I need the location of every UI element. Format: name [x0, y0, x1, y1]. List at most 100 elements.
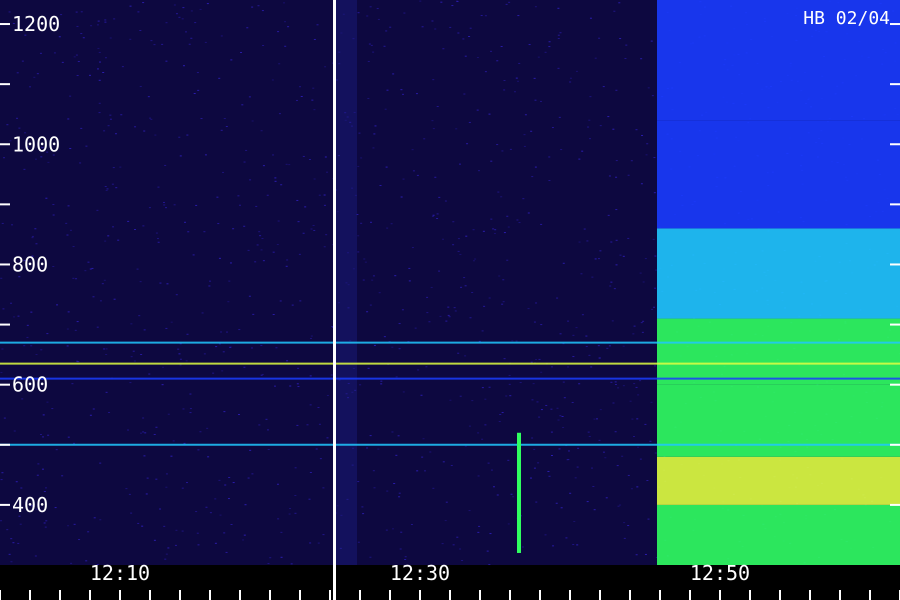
- noise-speck: [400, 89, 403, 91]
- noise-speck: [31, 235, 34, 237]
- noise-speck: [490, 160, 493, 162]
- noise-speck: [304, 206, 307, 208]
- noise-speck: [251, 6, 254, 8]
- noise-speck: [509, 395, 512, 397]
- noise-speck: [538, 358, 541, 360]
- noise-speck: [441, 543, 444, 545]
- noise-speck: [308, 498, 311, 500]
- noise-speck: [243, 225, 246, 227]
- noise-speck: [551, 127, 554, 129]
- noise-speck: [489, 533, 492, 535]
- noise-speck: [372, 275, 375, 277]
- noise-speck: [572, 544, 575, 546]
- noise-speck: [134, 228, 137, 230]
- noise-speck: [172, 440, 175, 442]
- noise-speck: [187, 231, 190, 233]
- noise-speck: [482, 230, 485, 232]
- noise-speck: [35, 243, 38, 245]
- noise-speck: [181, 530, 184, 532]
- noise-speck: [430, 286, 433, 288]
- noise-speck: [615, 209, 618, 211]
- emission-layer: [657, 0, 900, 565]
- noise-speck: [73, 442, 76, 444]
- noise-speck: [144, 432, 147, 434]
- noise-speck: [599, 409, 602, 411]
- noise-speck: [594, 57, 597, 59]
- noise-speck: [299, 86, 302, 88]
- noise-speck: [459, 395, 462, 397]
- noise-speck: [163, 525, 166, 527]
- noise-speck: [247, 477, 250, 479]
- noise-speck: [434, 28, 437, 30]
- noise-speck: [115, 187, 118, 189]
- noise-speck: [72, 277, 75, 279]
- noise-speck: [499, 413, 502, 415]
- noise-speck: [157, 241, 160, 243]
- noise-speck: [220, 129, 223, 131]
- noise-speck: [366, 311, 369, 313]
- noise-speck: [426, 312, 429, 314]
- noise-speck: [550, 408, 553, 410]
- noise-speck: [521, 546, 524, 548]
- noise-speck: [77, 61, 80, 63]
- noise-speck: [416, 174, 419, 176]
- noise-speck: [35, 353, 38, 355]
- noise-speck: [1, 472, 4, 474]
- noise-speck: [56, 304, 59, 306]
- noise-speck: [496, 144, 499, 146]
- noise-speck: [96, 24, 99, 26]
- noise-speck: [367, 60, 370, 62]
- noise-speck: [457, 352, 460, 354]
- noise-speck: [650, 40, 653, 42]
- noise-speck: [493, 232, 496, 234]
- noise-speck: [260, 374, 263, 376]
- noise-speck: [477, 531, 480, 533]
- noise-speck: [105, 391, 108, 393]
- noise-speck: [246, 27, 249, 29]
- noise-speck: [91, 267, 94, 269]
- noise-speck: [481, 438, 484, 440]
- noise-speck: [330, 374, 333, 376]
- noise-speck: [357, 165, 360, 167]
- noise-speck: [323, 194, 326, 196]
- noise-speck: [16, 117, 19, 119]
- noise-speck: [500, 196, 503, 198]
- noise-speck: [291, 304, 294, 306]
- noise-speck: [288, 164, 291, 166]
- noise-speck: [113, 18, 116, 20]
- noise-speck: [619, 254, 622, 256]
- noise-speck: [395, 454, 398, 456]
- noise-speck: [74, 329, 77, 331]
- noise-speck: [408, 280, 411, 282]
- noise-speck: [297, 386, 300, 388]
- noise-speck: [2, 308, 5, 310]
- noise-speck: [153, 539, 156, 541]
- noise-speck: [629, 400, 632, 402]
- noise-speck: [531, 437, 534, 439]
- noise-speck: [458, 163, 461, 165]
- noise-speck: [432, 214, 435, 216]
- noise-speck: [142, 225, 145, 227]
- noise-speck: [550, 431, 553, 433]
- noise-speck: [132, 350, 135, 352]
- noise-speck: [262, 44, 265, 46]
- noise-speck: [483, 305, 486, 307]
- noise-speck: [258, 231, 261, 233]
- noise-speck: [411, 247, 414, 249]
- noise-speck: [105, 190, 108, 192]
- noise-speck: [308, 158, 311, 160]
- noise-speck: [551, 366, 554, 368]
- noise-speck: [567, 366, 570, 368]
- noise-speck: [196, 532, 199, 534]
- noise-speck: [602, 451, 605, 453]
- noise-speck: [310, 228, 313, 230]
- noise-speck: [357, 481, 360, 483]
- noise-speck: [104, 21, 107, 23]
- noise-speck: [610, 281, 613, 283]
- noise-speck: [540, 223, 543, 225]
- noise-speck: [147, 96, 150, 98]
- noise-speck: [522, 198, 525, 200]
- noise-speck: [221, 370, 224, 372]
- noise-speck: [294, 512, 297, 514]
- noise-speck: [545, 404, 548, 406]
